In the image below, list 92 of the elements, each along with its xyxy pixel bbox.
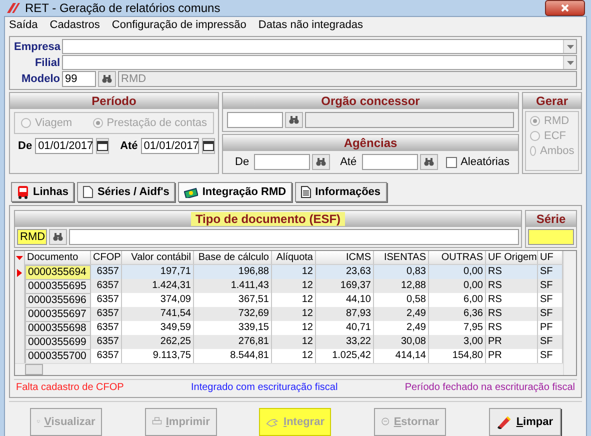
column-header[interactable]: CFOP	[91, 251, 122, 265]
legend-text: Período fechado na escrituração fiscal	[404, 382, 575, 393]
dropdown-field[interactable]	[62, 55, 577, 70]
search-button[interactable]	[420, 154, 438, 170]
column-header[interactable]: ICMS	[316, 251, 374, 265]
date-label: De	[18, 140, 32, 152]
table-cell: 0000355694	[25, 265, 91, 280]
menu-item[interactable]: Cadastros	[50, 19, 100, 32]
binoculars-icon	[53, 233, 63, 241]
row-pointer-icon	[17, 268, 22, 276]
column-header[interactable]: Documento	[25, 251, 91, 265]
section-title: Tipo de documento (ESF)	[15, 211, 521, 227]
app-logo-icon	[6, 2, 20, 14]
horizontal-scrollbar[interactable]	[15, 363, 563, 375]
table-row[interactable]: 0000355698 6357 349,59 339,15 12 40,71 2,49 7,95 RS PF	[15, 321, 563, 335]
table-cell: 0000355695	[25, 279, 91, 294]
tab[interactable]: Integração RMD	[178, 182, 292, 202]
field-label: Filial	[34, 56, 60, 68]
column-header[interactable]: UF Origem	[486, 251, 538, 265]
document-type-field[interactable]: RMD	[17, 229, 47, 245]
search-button[interactable]	[49, 229, 67, 245]
search-button[interactable]	[285, 112, 303, 128]
section-title: Agências	[223, 135, 518, 151]
tab[interactable]: Linhas	[11, 182, 74, 202]
column-header[interactable]: OUTRAS	[429, 251, 486, 265]
legend-text: Falta cadastro de CFOP	[16, 382, 124, 393]
agency-field[interactable]	[362, 154, 418, 170]
dropdown-arrow-icon	[16, 256, 23, 260]
section-title: Série	[526, 211, 576, 227]
calendar-icon	[97, 141, 108, 151]
binoculars-icon	[289, 116, 299, 124]
money-icon	[184, 186, 198, 198]
document-icon	[301, 186, 312, 198]
calendar-button[interactable]	[96, 138, 110, 154]
undo-icon	[381, 415, 390, 428]
date-label: Até	[120, 140, 138, 152]
binoculars-icon	[316, 158, 326, 166]
column-header[interactable]: UF	[538, 251, 563, 265]
action-button[interactable]: Limpar	[488, 408, 561, 436]
field-label: Até	[340, 156, 357, 168]
section-title: Orgão concessor	[223, 93, 518, 109]
dropdown-field[interactable]	[62, 39, 577, 54]
date-field[interactable]: 01/01/2017	[35, 138, 94, 154]
field-label: Modelo	[20, 73, 60, 85]
table-row[interactable]: 0000355700 6357 9.113,75 8.544,81 12 1.025,42 414,14 154,80 PR SF	[15, 349, 563, 363]
date-field[interactable]: 01/01/2017	[140, 138, 199, 154]
model-description-field: RMD	[118, 71, 577, 87]
menu-item[interactable]: Datas não integradas	[258, 19, 363, 32]
random-checkbox[interactable]: Aleatórias	[446, 156, 510, 168]
column-header[interactable]: Valor contábil	[122, 251, 194, 265]
series-field[interactable]	[528, 229, 574, 245]
table-cell: 0000355697	[25, 307, 91, 322]
eraser-icon	[496, 414, 512, 428]
menu-item[interactable]: Saída	[9, 19, 38, 32]
tab[interactable]: Informações	[295, 182, 387, 202]
agency-field[interactable]	[254, 154, 310, 170]
page-icon	[83, 186, 94, 198]
table-cell: 0000355698	[25, 321, 91, 336]
code-field[interactable]	[227, 112, 283, 128]
table-row[interactable]: 0000355697 6357 741,54 732,69 12 87,93 2,49 6,36 RS SF	[15, 307, 563, 321]
tab[interactable]: Séries / Aidf's	[77, 182, 176, 202]
section-title: Período	[10, 93, 218, 109]
close-button[interactable]	[545, 0, 585, 16]
model-field[interactable]: 99	[62, 71, 96, 87]
bus-icon	[17, 186, 29, 198]
dropdown-arrow-icon	[566, 60, 574, 64]
column-header[interactable]: Base de cálculo	[194, 251, 272, 265]
dropdown-arrow-icon	[566, 44, 574, 48]
vertical-scrollbar[interactable]	[563, 251, 576, 375]
window-title: RET - Geração de relatórios comuns	[25, 1, 222, 15]
search-button[interactable]	[312, 154, 330, 170]
legend-text: Integrado com escrituração fiscal	[190, 382, 338, 393]
scrollbar-thumb[interactable]	[25, 364, 43, 375]
binoculars-icon	[102, 75, 112, 83]
table-row[interactable]: 0000355695 6357 1.424,31 1.411,43 12 169,37 12,88 0,00 RS SF	[15, 279, 563, 293]
field-label: Empresa	[14, 40, 60, 52]
table-row[interactable]: 0000355694 6357 197,71 196,88 12 23,63 0,83 0,00 RS SF	[15, 265, 563, 279]
calendar-button[interactable]	[202, 138, 215, 154]
column-header[interactable]: Alíquota	[272, 251, 316, 265]
table-cell: 0000355696	[25, 293, 91, 308]
table-row[interactable]: 0000355699 6357 262,25 276,81 12 33,22 30,08 3,00 PR SF	[15, 335, 563, 349]
table-row[interactable]: 0000355696 6357 374,09 367,51 12 44,10 0,58 6,00 RS SF	[15, 293, 563, 307]
close-icon	[561, 4, 569, 12]
menu-item[interactable]: Configuração de impressão	[112, 19, 246, 32]
section-title: Gerar	[523, 93, 581, 109]
table-cell: 0000355700	[25, 349, 91, 364]
field-label: De	[235, 156, 250, 168]
table-cell: 0000355699	[25, 335, 91, 350]
search-button[interactable]	[98, 71, 116, 87]
column-header[interactable]: ISENTAS	[374, 251, 429, 265]
calendar-icon	[202, 141, 214, 151]
binoculars-icon	[424, 158, 434, 166]
